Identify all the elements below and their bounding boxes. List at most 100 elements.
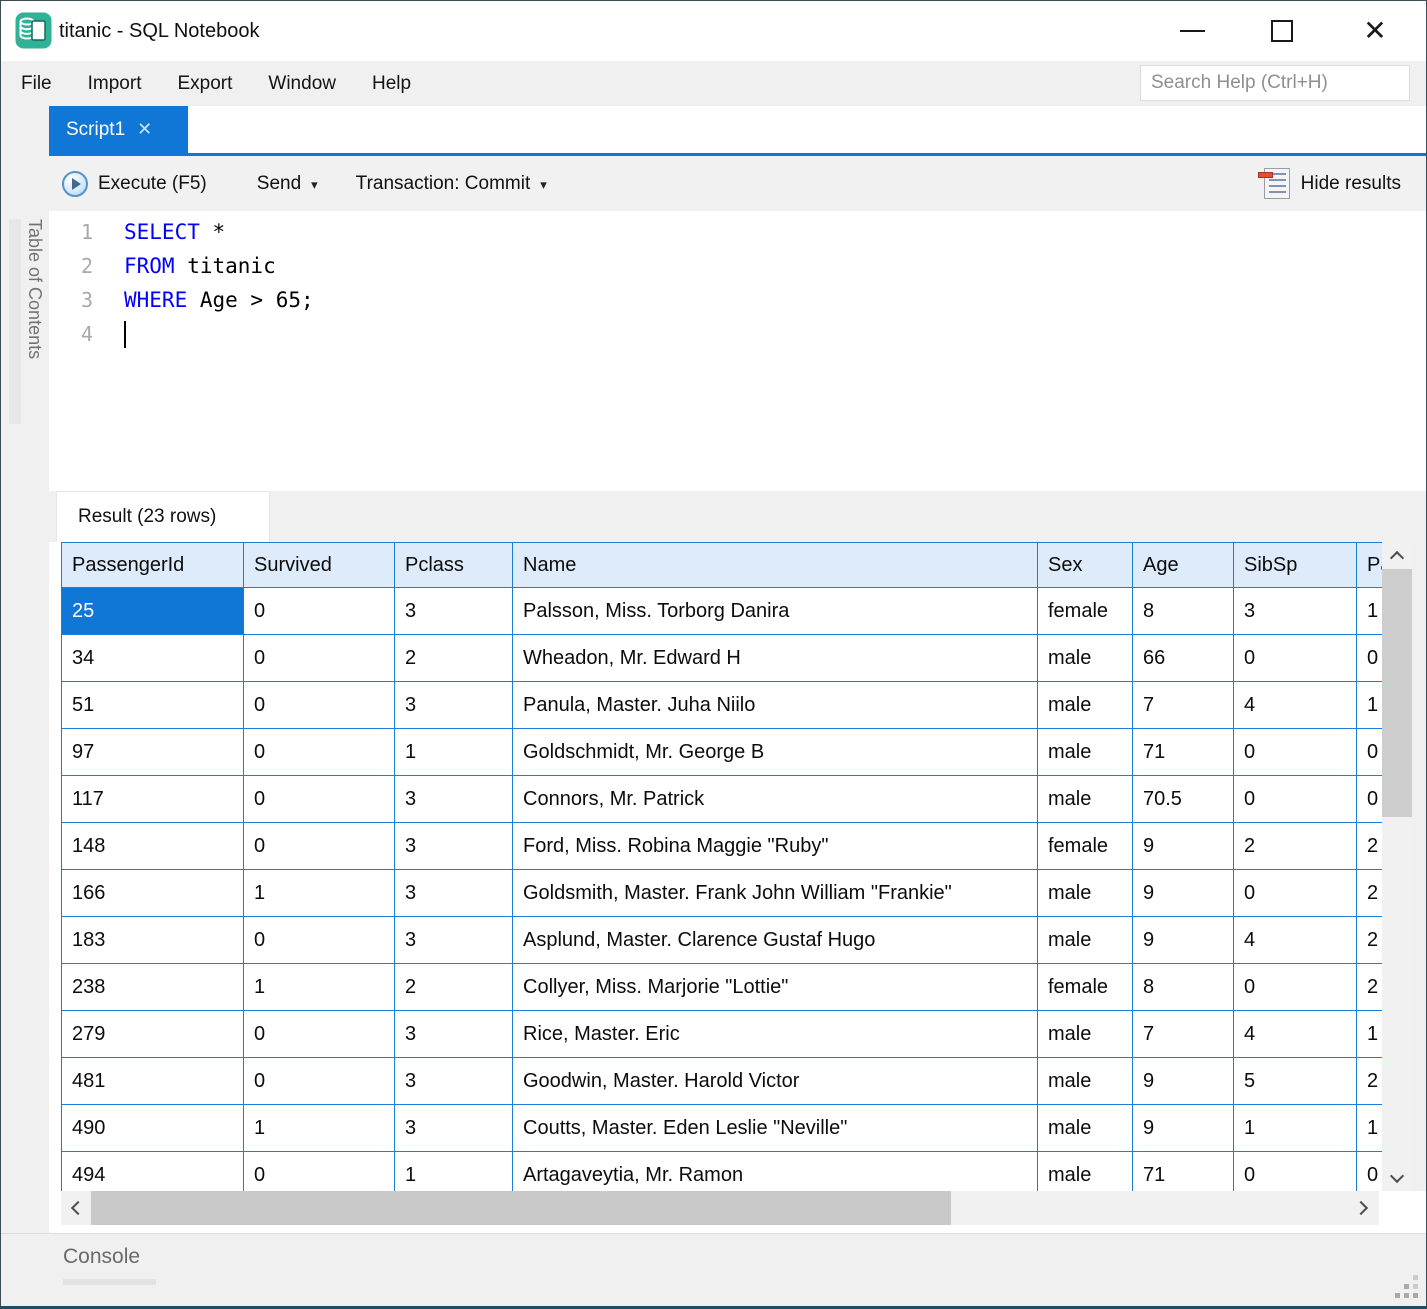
column-header-name[interactable]: Name xyxy=(513,543,1038,588)
table-cell[interactable]: 3 xyxy=(395,1105,513,1152)
table-cell[interactable]: male xyxy=(1038,776,1133,823)
menu-item-help[interactable]: Help xyxy=(372,73,411,95)
table-cell[interactable]: 490 xyxy=(62,1105,244,1152)
send-button[interactable]: Send ▾ xyxy=(257,173,318,195)
table-cell[interactable]: 2 xyxy=(1357,917,1382,964)
table-cell[interactable]: 71 xyxy=(1133,729,1234,776)
table-cell[interactable]: 3 xyxy=(395,1058,513,1105)
table-cell[interactable]: Coutts, Master. Eden Leslie "Neville" xyxy=(513,1105,1038,1152)
menu-item-export[interactable]: Export xyxy=(177,73,232,95)
table-cell[interactable]: 5 xyxy=(1234,1058,1357,1105)
menu-item-window[interactable]: Window xyxy=(268,73,336,95)
table-cell[interactable]: 3 xyxy=(1234,588,1357,635)
table-cell[interactable]: male xyxy=(1038,729,1133,776)
table-cell[interactable]: 0 xyxy=(1234,964,1357,1011)
table-cell[interactable]: 70.5 xyxy=(1133,776,1234,823)
column-header-sibsp[interactable]: SibSp xyxy=(1234,543,1357,588)
table-cell[interactable]: female xyxy=(1038,823,1133,870)
menu-item-import[interactable]: Import xyxy=(88,73,142,95)
tab-script1[interactable]: Script1 ✕ xyxy=(49,106,188,153)
table-cell[interactable]: 238 xyxy=(62,964,244,1011)
table-cell[interactable]: 183 xyxy=(62,917,244,964)
table-cell[interactable]: 2 xyxy=(1234,823,1357,870)
table-cell[interactable]: 2 xyxy=(1357,1058,1382,1105)
table-cell[interactable]: 481 xyxy=(62,1058,244,1105)
table-cell[interactable]: 3 xyxy=(395,870,513,917)
table-cell[interactable]: 34 xyxy=(62,635,244,682)
table-cell[interactable]: 3 xyxy=(395,776,513,823)
table-cell[interactable]: 0 xyxy=(244,635,395,682)
table-cell[interactable]: 0 xyxy=(244,776,395,823)
table-cell[interactable]: 9 xyxy=(1133,870,1234,917)
table-cell[interactable]: male xyxy=(1038,1058,1133,1105)
table-cell[interactable]: 1 xyxy=(244,964,395,1011)
table-cell[interactable]: 166 xyxy=(62,870,244,917)
table-cell[interactable]: 1 xyxy=(1357,1105,1382,1152)
table-cell[interactable]: 2 xyxy=(1357,823,1382,870)
table-cell[interactable]: Wheadon, Mr. Edward H xyxy=(513,635,1038,682)
table-cell[interactable]: Goldschmidt, Mr. George B xyxy=(513,729,1038,776)
table-cell[interactable]: 3 xyxy=(395,588,513,635)
table-cell[interactable]: 0 xyxy=(244,729,395,776)
table-cell[interactable]: 1 xyxy=(1234,1105,1357,1152)
table-cell[interactable]: male xyxy=(1038,1105,1133,1152)
table-cell[interactable]: 0 xyxy=(1234,635,1357,682)
table-cell[interactable]: 0 xyxy=(244,823,395,870)
execute-button[interactable]: Execute (F5) xyxy=(62,171,207,197)
table-cell[interactable]: 3 xyxy=(395,682,513,729)
console-tab[interactable]: Console xyxy=(63,1245,140,1269)
table-cell[interactable]: 1 xyxy=(1357,1011,1382,1058)
vertical-scrollbar[interactable] xyxy=(1382,542,1412,1191)
table-cell[interactable]: 3 xyxy=(395,823,513,870)
column-header-passengerid[interactable]: PassengerId xyxy=(62,543,244,588)
table-cell[interactable]: 7 xyxy=(1133,1011,1234,1058)
table-cell[interactable]: Goodwin, Master. Harold Victor xyxy=(513,1058,1038,1105)
table-cell[interactable]: male xyxy=(1038,870,1133,917)
horizontal-scrollbar-thumb[interactable] xyxy=(91,1191,951,1225)
table-cell[interactable]: 71 xyxy=(1133,1152,1234,1191)
table-cell[interactable]: 0 xyxy=(1357,1152,1382,1191)
table-cell[interactable]: 8 xyxy=(1133,964,1234,1011)
column-header-survived[interactable]: Survived xyxy=(244,543,395,588)
table-cell[interactable]: 279 xyxy=(62,1011,244,1058)
table-cell[interactable]: 117 xyxy=(62,776,244,823)
table-cell[interactable]: 1 xyxy=(244,1105,395,1152)
tab-result[interactable]: Result (23 rows) xyxy=(56,491,270,542)
table-cell[interactable]: 1 xyxy=(395,729,513,776)
table-cell[interactable]: Connors, Mr. Patrick xyxy=(513,776,1038,823)
table-cell[interactable]: 494 xyxy=(62,1152,244,1191)
resize-grip[interactable] xyxy=(1395,1275,1422,1302)
table-cell-selected[interactable]: 25 xyxy=(62,588,244,635)
table-cell[interactable]: male xyxy=(1038,635,1133,682)
scroll-right-button[interactable] xyxy=(1346,1191,1379,1225)
table-cell[interactable]: 3 xyxy=(395,1011,513,1058)
table-cell[interactable]: 4 xyxy=(1234,1011,1357,1058)
table-cell[interactable]: Collyer, Miss. Marjorie "Lottie" xyxy=(513,964,1038,1011)
table-cell[interactable]: 9 xyxy=(1133,917,1234,964)
table-cell[interactable]: 97 xyxy=(62,729,244,776)
table-cell[interactable]: 0 xyxy=(244,1058,395,1105)
table-cell[interactable]: 4 xyxy=(1234,682,1357,729)
table-cell[interactable]: male xyxy=(1038,1011,1133,1058)
table-cell[interactable]: 0 xyxy=(1357,776,1382,823)
table-cell[interactable]: 2 xyxy=(1357,870,1382,917)
table-cell[interactable]: 1 xyxy=(395,1152,513,1191)
table-cell[interactable]: 0 xyxy=(244,917,395,964)
scroll-up-button[interactable] xyxy=(1382,542,1412,569)
table-cell[interactable]: 0 xyxy=(244,682,395,729)
table-cell[interactable]: Artagaveytia, Mr. Ramon xyxy=(513,1152,1038,1191)
table-cell[interactable]: 51 xyxy=(62,682,244,729)
maximize-button[interactable] xyxy=(1251,1,1313,61)
table-cell[interactable]: 2 xyxy=(1357,964,1382,1011)
table-cell[interactable]: Asplund, Master. Clarence Gustaf Hugo xyxy=(513,917,1038,964)
table-cell[interactable]: female xyxy=(1038,964,1133,1011)
table-cell[interactable]: 9 xyxy=(1133,1105,1234,1152)
table-cell[interactable]: 1 xyxy=(1357,588,1382,635)
menu-item-file[interactable]: File xyxy=(21,73,52,95)
tab-close-icon[interactable]: ✕ xyxy=(137,119,152,140)
hide-results-button[interactable]: Hide results xyxy=(1264,156,1401,211)
table-cell[interactable]: female xyxy=(1038,588,1133,635)
code-editor[interactable]: 1SELECT *2FROM titanic3WHERE Age > 65;4 xyxy=(49,211,1427,481)
table-cell[interactable]: 4 xyxy=(1234,917,1357,964)
table-cell[interactable]: 0 xyxy=(1234,729,1357,776)
